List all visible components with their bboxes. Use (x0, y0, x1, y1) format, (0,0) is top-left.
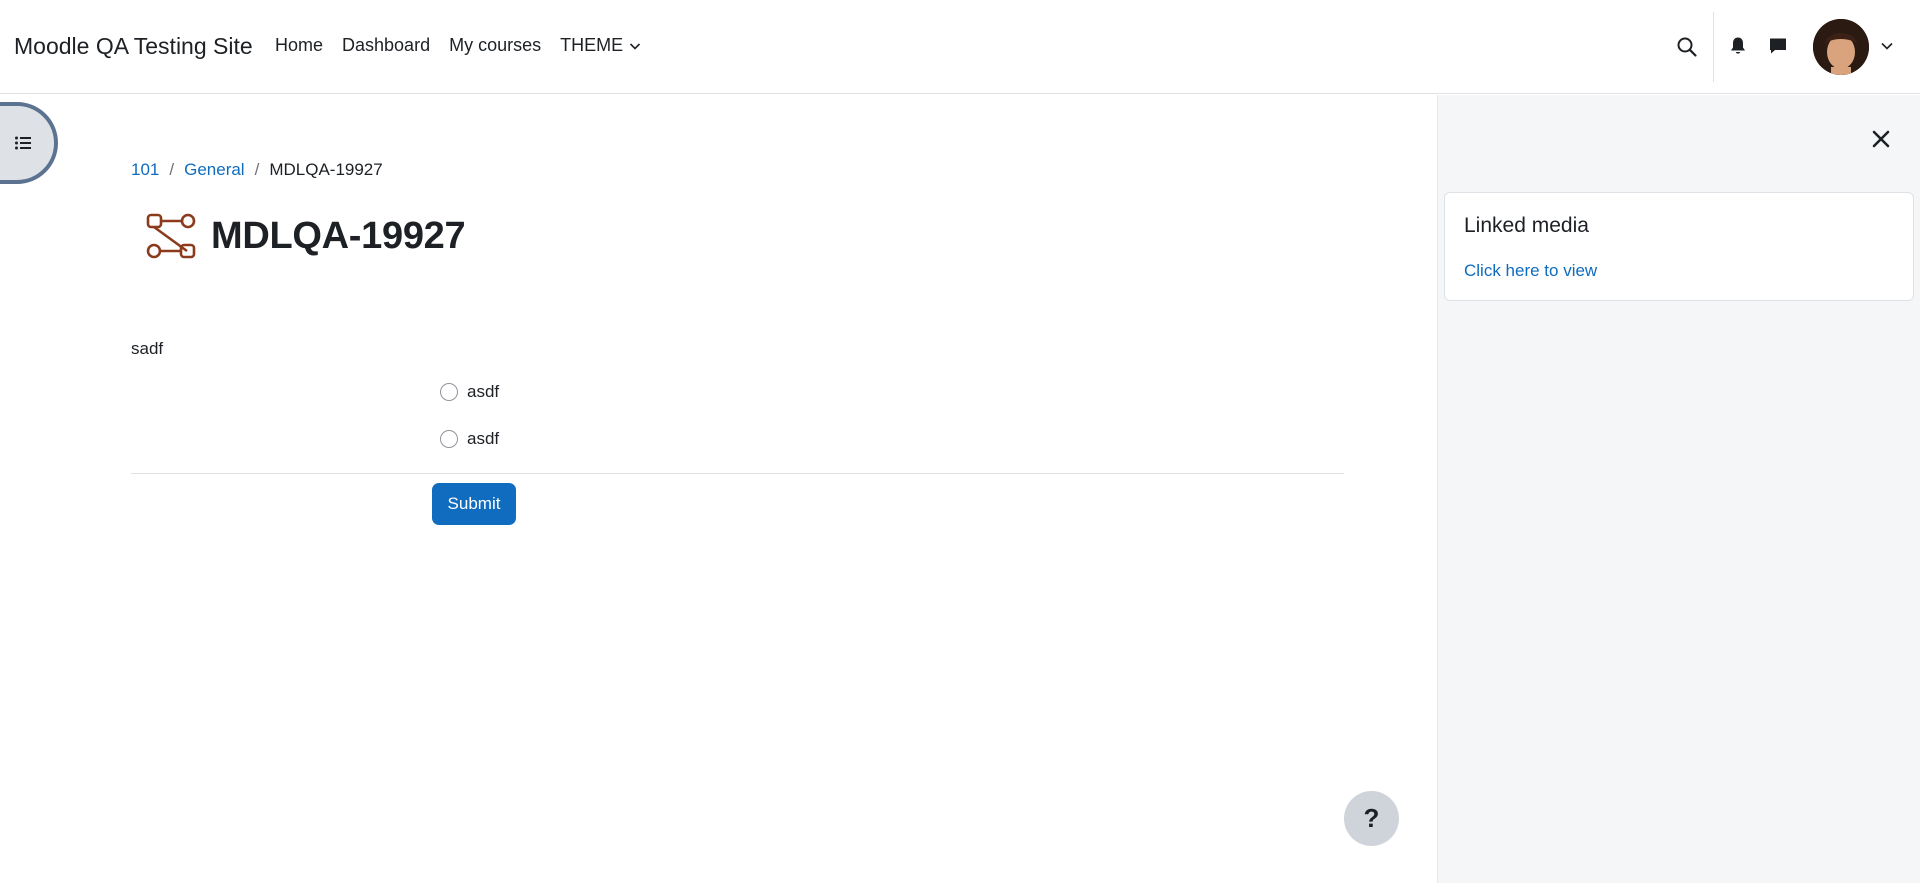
activity-description: sadf (131, 339, 164, 358)
linked-media-block: Linked media Click here to view (1444, 192, 1914, 301)
radio-button[interactable] (440, 430, 458, 448)
radio-button[interactable] (440, 383, 458, 401)
linked-media-link[interactable]: Click here to view (1464, 261, 1597, 281)
form-divider (131, 473, 1344, 474)
help-button[interactable]: ? (1344, 791, 1399, 846)
choice-option-label: asdf (467, 382, 500, 401)
user-avatar[interactable] (1813, 19, 1869, 75)
course-index-toggle[interactable] (0, 102, 58, 184)
breadcrumb-separator: / (169, 160, 175, 179)
choice-option-label: asdf (467, 429, 500, 448)
nav-dashboard[interactable]: Dashboard (342, 35, 430, 56)
page-title: MDLQA-19927 (211, 215, 466, 257)
primary-navigation: Home Dashboard My courses THEME (275, 35, 660, 56)
nav-my-courses[interactable]: My courses (449, 35, 541, 56)
breadcrumb-section-link[interactable]: General (184, 160, 244, 180)
user-menu-chevron-icon[interactable] (1880, 40, 1894, 52)
close-icon[interactable] (1870, 128, 1892, 150)
notification-bell-icon[interactable] (1729, 36, 1747, 56)
messages-icon[interactable] (1768, 36, 1788, 56)
chevron-down-icon (630, 42, 641, 50)
list-icon (15, 136, 31, 150)
breadcrumb-separator: / (254, 160, 260, 179)
breadcrumb-course-link[interactable]: 101 (131, 160, 159, 180)
navbar-divider (1713, 12, 1714, 82)
block-title: Linked media (1464, 214, 1589, 237)
breadcrumb-current: MDLQA-19927 (269, 160, 383, 179)
top-navbar: Moodle QA Testing Site Home Dashboard My… (0, 0, 1920, 94)
nav-theme-label: THEME (560, 35, 624, 55)
nav-theme-dropdown[interactable]: THEME (560, 35, 641, 56)
choice-option[interactable]: asdf (440, 429, 499, 449)
breadcrumb: 101 / General / MDLQA-19927 (131, 160, 383, 180)
submit-button[interactable]: Submit (432, 483, 516, 525)
choice-option[interactable]: asdf (440, 382, 499, 402)
choice-activity-icon (146, 213, 196, 259)
nav-home[interactable]: Home (275, 35, 323, 56)
search-icon[interactable] (1676, 36, 1698, 58)
site-brand[interactable]: Moodle QA Testing Site (14, 33, 253, 60)
